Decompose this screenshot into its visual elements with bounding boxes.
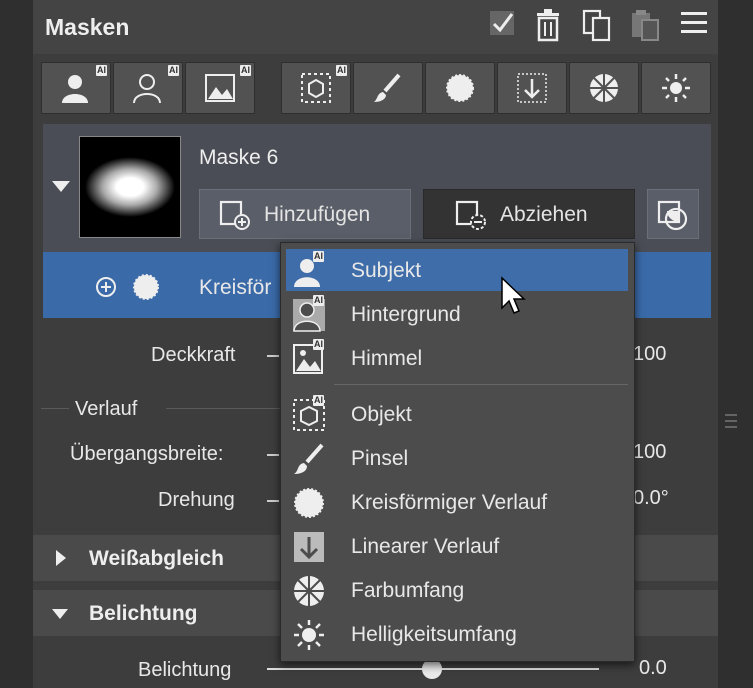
exposure-value[interactable]: 0.0 <box>639 657 667 680</box>
menu-item-label: Subjekt <box>351 259 422 282</box>
menu-separator <box>334 384 628 385</box>
opacity-slider[interactable] <box>267 355 279 357</box>
linear-gradient-icon <box>294 532 324 562</box>
menu-item-label: Pinsel <box>351 447 409 470</box>
background-icon <box>133 74 161 104</box>
scrollbar-grip-icon[interactable] <box>724 412 738 434</box>
mouse-cursor-icon <box>501 276 526 314</box>
tool-linear-gradient[interactable] <box>497 62 567 114</box>
menu-icon[interactable] <box>679 8 711 42</box>
ai-badge: AI <box>168 65 179 76</box>
brush-icon <box>374 73 401 102</box>
tool-object-ai[interactable]: AI <box>281 62 351 114</box>
menu-item-label: Farbumfang <box>351 579 465 602</box>
menu-item-label: Linearer Verlauf <box>351 535 500 558</box>
tool-luminance-range[interactable] <box>641 62 711 114</box>
tool-sky-ai[interactable]: AI <box>185 62 255 114</box>
mask-name: Maske 6 <box>199 146 279 169</box>
menu-item-label: Helligkeitsumfang <box>351 623 517 646</box>
menu-item-label: Kreisförmiger Verlauf <box>351 491 548 514</box>
menu-item-label: Himmel <box>351 347 423 370</box>
add-button-label: Hinzufügen <box>264 203 371 226</box>
color-range-icon <box>294 576 324 606</box>
mask-tools-toolbar: AI AI AI AI <box>41 62 715 116</box>
checkmark-icon[interactable] <box>487 8 519 42</box>
intersect-mask-icon <box>657 200 688 231</box>
divider <box>166 408 284 409</box>
expand-triangle-icon <box>56 550 66 566</box>
subtract-button-label: Abziehen <box>500 203 588 226</box>
menu-item-background[interactable]: AI Hintergrund <box>286 293 628 335</box>
mask-item[interactable]: Maske 6 Hinzufügen Abziehen <box>43 124 711 252</box>
tool-brush[interactable] <box>353 62 423 114</box>
object-icon <box>301 73 331 103</box>
paste-icon[interactable] <box>628 8 660 42</box>
radial-gradient-icon <box>446 74 474 102</box>
trash-icon[interactable] <box>533 8 565 42</box>
exposure-label: Belichtung <box>138 659 232 681</box>
color-range-icon <box>590 74 618 102</box>
ai-badge: AI <box>313 339 324 350</box>
subtract-mask-icon <box>455 200 486 230</box>
linear-gradient-icon <box>517 73 547 103</box>
opacity-value[interactable]: 100 <box>633 343 666 366</box>
menu-item-color-range[interactable]: Farbumfang <box>286 569 628 611</box>
ai-badge: AI <box>96 65 107 76</box>
section-title: Belichtung <box>89 602 198 625</box>
exposure-slider-knob[interactable] <box>422 659 442 679</box>
menu-item-radial-gradient[interactable]: Kreisförmiger Verlauf <box>286 481 628 523</box>
collapse-triangle-icon[interactable] <box>51 180 71 194</box>
menu-item-label: Hintergrund <box>351 303 461 326</box>
menu-item-brush[interactable]: Pinsel <box>286 437 628 479</box>
add-mask-icon <box>219 200 250 230</box>
add-mask-dropdown: AI Subjekt AI Hintergrund AI Himmel AI O… <box>280 242 635 662</box>
ai-badge: AI <box>313 251 324 262</box>
transition-label: Übergangsbreite: <box>70 443 224 465</box>
radial-gradient-icon <box>133 274 159 300</box>
ai-badge: AI <box>336 65 347 76</box>
panel-title: Masken <box>45 14 130 40</box>
rotation-value[interactable]: 0.0° <box>633 487 669 510</box>
tool-background-ai[interactable]: AI <box>113 62 183 114</box>
section-title: Weißabgleich <box>89 547 224 570</box>
menu-item-linear-gradient[interactable]: Linearer Verlauf <box>286 525 628 567</box>
rotation-label: Drehung <box>158 489 235 511</box>
panel-header: Masken <box>33 0 718 54</box>
radial-gradient-icon <box>294 488 324 518</box>
menu-item-luminance-range[interactable]: Helligkeitsumfang <box>286 613 628 655</box>
ai-badge: AI <box>313 295 324 306</box>
menu-item-subject[interactable]: AI Subjekt <box>286 249 628 291</box>
opacity-label: Deckkraft <box>151 344 236 366</box>
luminance-range-icon <box>294 620 324 650</box>
sky-icon <box>205 74 235 102</box>
menu-item-label: Objekt <box>351 403 412 426</box>
tool-color-range[interactable] <box>569 62 639 114</box>
ai-badge: AI <box>240 65 251 76</box>
menu-item-sky[interactable]: AI Himmel <box>286 337 628 379</box>
ai-badge: AI <box>313 395 324 406</box>
menu-item-object[interactable]: AI Objekt <box>286 393 628 435</box>
luminance-range-icon <box>662 74 690 102</box>
brush-icon <box>294 443 324 474</box>
mask-thumbnail[interactable] <box>79 136 181 238</box>
plus-circle-icon[interactable] <box>95 276 117 298</box>
collapse-triangle-icon <box>52 609 68 619</box>
intersect-button[interactable] <box>647 189 699 239</box>
rotation-slider[interactable] <box>267 500 279 502</box>
transition-slider[interactable] <box>267 454 279 456</box>
transition-value[interactable]: 100 <box>633 441 666 464</box>
tool-subject-ai[interactable]: AI <box>41 62 111 114</box>
subtract-button[interactable]: Abziehen <box>423 189 635 239</box>
submask-label: Kreisför <box>199 276 272 299</box>
subject-icon <box>62 75 88 103</box>
tool-radial-gradient[interactable] <box>425 62 495 114</box>
divider <box>41 408 69 409</box>
gradient-section-label: Verlauf <box>75 398 138 420</box>
add-button[interactable]: Hinzufügen <box>199 189 411 239</box>
copy-icon[interactable] <box>580 8 612 42</box>
